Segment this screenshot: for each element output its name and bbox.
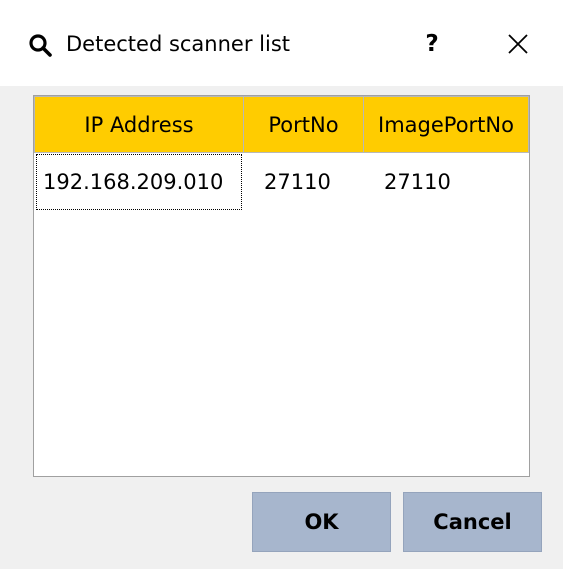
cell-ip-address[interactable]: 192.168.209.010 [36,154,242,210]
cell-port-no[interactable]: 27110 [244,154,363,210]
column-header-ip-address[interactable]: IP Address [34,96,244,153]
window-title: Detected scanner list [66,32,290,56]
search-icon [29,34,52,57]
title-bar: Detected scanner list ? [0,0,563,86]
scanner-table[interactable]: IP Address PortNo ImagePortNo 192.168.20… [33,95,530,477]
ok-button[interactable]: OK [252,492,391,552]
cell-image-port-no[interactable]: 27110 [364,154,529,210]
table-header: IP Address PortNo ImagePortNo [34,96,529,153]
scanner-list-dialog: Detected scanner list ? IP Address PortN… [0,0,563,569]
close-icon [508,34,528,54]
help-button[interactable]: ? [410,22,454,66]
close-button[interactable] [493,22,543,66]
column-header-port-no[interactable]: PortNo [243,96,364,153]
column-header-image-port-no[interactable]: ImagePortNo [363,96,529,153]
table-row[interactable]: 192.168.209.010 27110 27110 [34,154,529,210]
cancel-button[interactable]: Cancel [403,492,542,552]
